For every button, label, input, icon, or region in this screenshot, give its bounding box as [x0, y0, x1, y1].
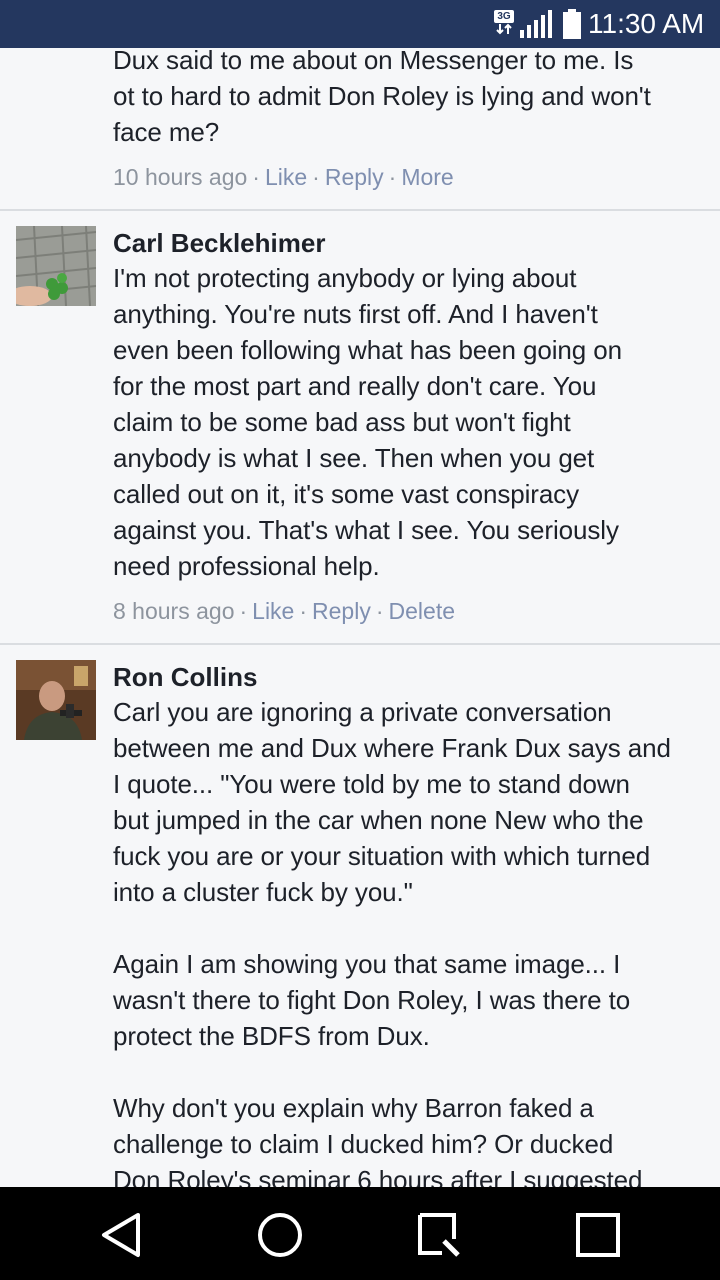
- home-icon[interactable]: [250, 1205, 310, 1265]
- status-time: 11:30 AM: [588, 8, 705, 39]
- delete-link[interactable]: Delete: [389, 598, 455, 624]
- signal-icon: [520, 10, 552, 38]
- status-bar: 3G 11:30 AM: [0, 0, 720, 48]
- like-link[interactable]: Like: [265, 164, 307, 190]
- back-icon[interactable]: [90, 1205, 150, 1265]
- comment-author[interactable]: Ron Collins: [113, 660, 713, 694]
- like-link[interactable]: Like: [252, 598, 294, 624]
- battery-icon: [563, 9, 581, 39]
- nav-bar: [0, 1187, 720, 1280]
- divider: [0, 643, 720, 645]
- avatar[interactable]: [16, 660, 96, 740]
- comment-time: 8 hours ago: [113, 598, 235, 624]
- comment-meta: 10 hours ago · Like · Reply · More: [113, 164, 454, 190]
- comment-text: I'm not protecting anybody or lying abou…: [113, 263, 622, 581]
- network-3g-icon: 3G: [494, 10, 516, 36]
- reply-link[interactable]: Reply: [325, 164, 384, 190]
- comment-text: Dux said to me about on Messenger to me.…: [113, 48, 651, 147]
- reply-link[interactable]: Reply: [312, 598, 371, 624]
- comment-text: Carl you are ignoring a private conversa…: [113, 697, 671, 1187]
- divider: [0, 209, 720, 211]
- comment-author[interactable]: Carl Becklehimer: [113, 226, 713, 260]
- more-link[interactable]: More: [401, 164, 453, 190]
- comment-time: 10 hours ago: [113, 164, 248, 190]
- avatar[interactable]: [16, 226, 96, 306]
- search-icon[interactable]: [408, 1205, 468, 1265]
- comments-feed[interactable]: Dux said to me about on Messenger to me.…: [0, 48, 720, 1187]
- comment-meta: 8 hours ago · Like · Reply · Delete: [113, 598, 455, 624]
- recent-apps-icon[interactable]: [568, 1205, 628, 1265]
